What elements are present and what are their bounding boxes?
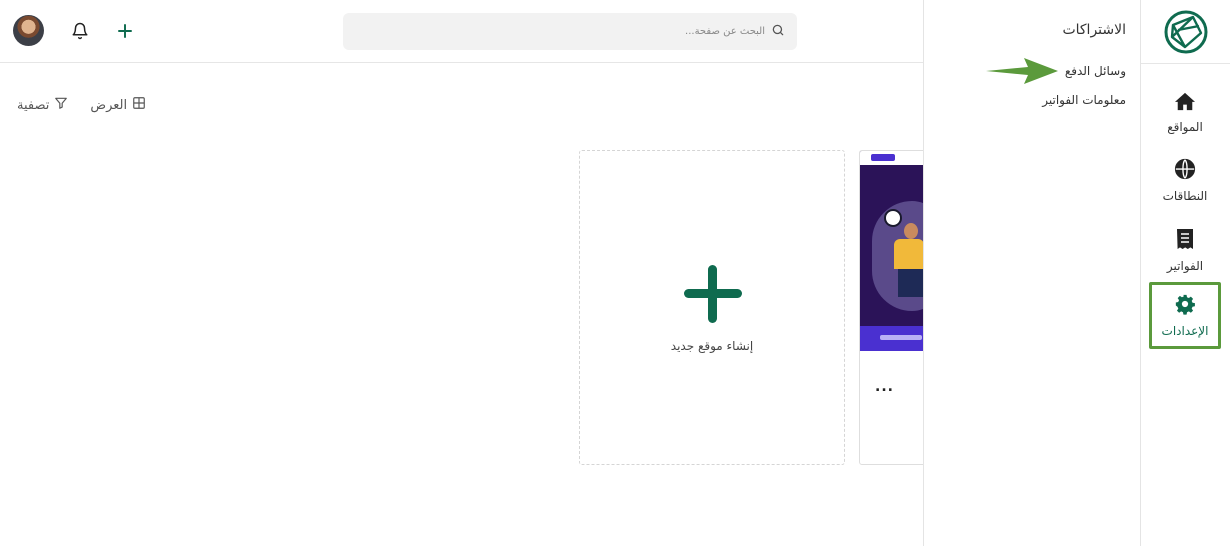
nav-item-sites[interactable]: المواقع [1149,80,1221,144]
more-options-button[interactable]: ... [875,379,894,395]
plus-icon[interactable] [114,20,136,42]
nav-item-label: الفواتير [1166,258,1204,273]
search-input[interactable] [365,26,765,37]
person-illustration [894,239,924,269]
search-icon [771,22,785,41]
rail-divider [1141,63,1230,64]
receipt-icon [1176,228,1194,253]
avatar[interactable] [13,15,44,46]
top-bar [0,0,923,63]
payment-methods-link[interactable]: وسائل الدفع [1065,64,1126,78]
grid-icon [132,96,146,114]
clock-illustration [884,209,902,227]
filter-label: تصفية [17,97,50,113]
filter-icon [54,96,68,114]
filter-button[interactable]: تصفية [17,96,68,114]
globe-icon [1174,158,1196,183]
nav-item-invoices[interactable]: الفواتير [1149,218,1221,282]
billing-info-link[interactable]: معلومات الفواتير [1042,93,1126,107]
nav-item-domains[interactable]: النطاقات [1149,148,1221,212]
create-site-label: إنشاء موقع جديد [670,339,754,353]
nav-item-label: النطاقات [1162,188,1208,203]
nav-rail: المواقع النطاقات الفواتير الإعدادات [1141,0,1230,546]
nav-item-settings[interactable]: الإعدادات [1149,282,1221,349]
app-root: العرض تصفية إنشاء موقع جديد [0,0,1230,546]
plus-icon [684,265,742,323]
search-bar[interactable] [343,13,797,50]
nav-item-label: المواقع [1167,119,1203,134]
logo-icon[interactable] [1163,9,1209,55]
view-label: العرض [90,97,128,113]
annotation-arrow-icon [986,58,1058,84]
create-site-card[interactable]: إنشاء موقع جديد [579,150,845,465]
toolbar: العرض تصفية [17,96,146,114]
panel-title: الاشتراكات [1062,22,1126,38]
gear-icon [1174,293,1196,318]
view-button[interactable]: العرض [90,96,146,114]
bell-icon[interactable] [69,20,91,42]
nav-item-label: الإعدادات [1161,324,1209,338]
home-icon [1174,91,1196,114]
